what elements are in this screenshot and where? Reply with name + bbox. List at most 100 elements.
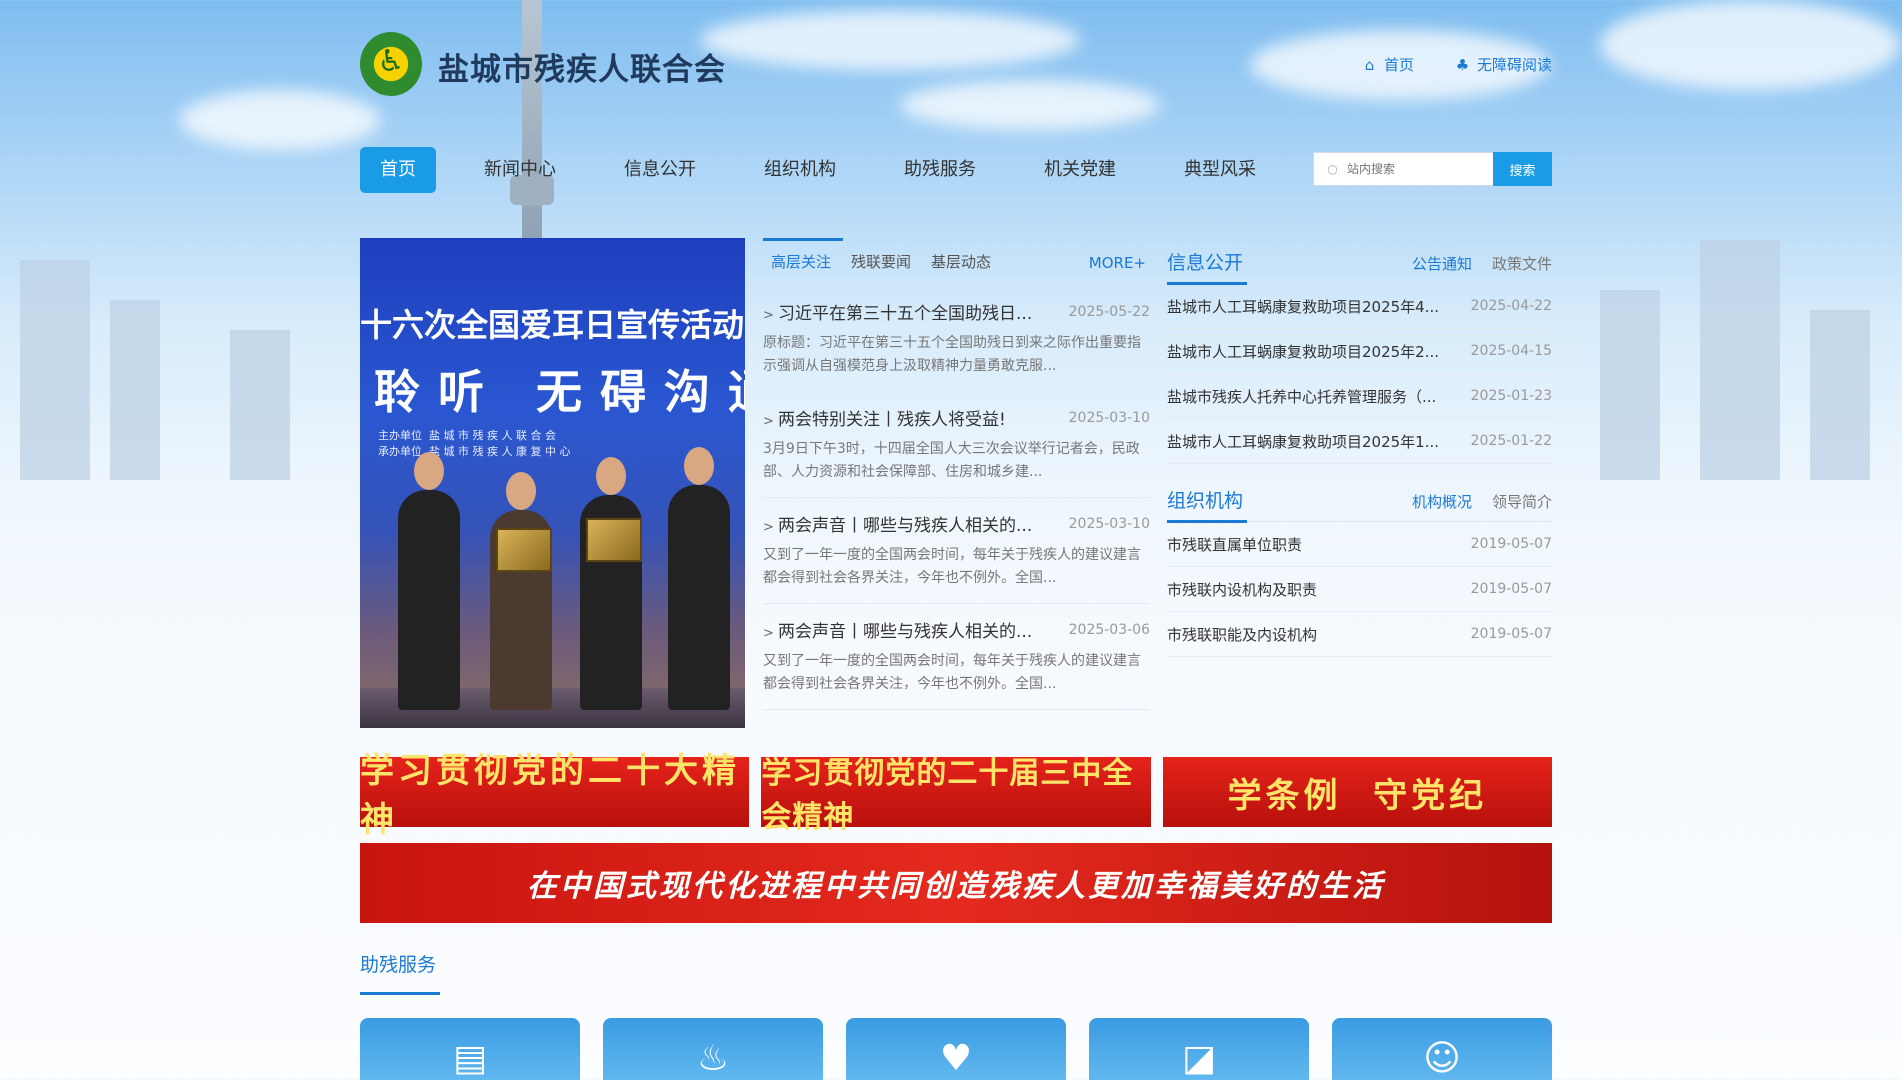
news-summary: 又到了一年一度的全国两会时间，每年关于残疾人的建议建言都会得到社会各界关注，今年… — [763, 653, 1141, 692]
slide-person — [668, 447, 730, 710]
slide-organizers: 主办单位 盐 城 市 残 疾 人 联 合 会 承办单位 盐 城 市 残 疾 人 … — [378, 429, 571, 458]
title-underline — [1167, 282, 1247, 285]
site-logo[interactable] — [360, 32, 422, 96]
news-title[interactable]: 两会声音丨哪些与残疾人相关的... — [763, 511, 1053, 536]
banner-wide[interactable]: 在中国式现代化进程中共同创造残疾人更加幸福美好的生活 — [360, 843, 1552, 923]
site-title[interactable]: 盐城市残疾人联合会 — [438, 44, 726, 89]
tab-org-overview[interactable]: 机构概况 — [1412, 491, 1472, 512]
banner-discipline[interactable]: 学条例 守党纪 — [1162, 757, 1552, 827]
search-input[interactable] — [1347, 162, 1487, 176]
side-panel: 信息公开 公告通知 政策文件 盐城市人工耳蜗康复救助项目2025年4... 202… — [1167, 238, 1552, 669]
home-link[interactable]: ⌂ 首页 — [1361, 54, 1414, 75]
accessibility-link[interactable]: ♣ 无障碍阅读 — [1454, 54, 1552, 75]
active-tab-indicator — [763, 238, 843, 241]
news-slideshow[interactable]: 十六次全国爱耳日宣传活动 聆听 无碍沟通 主办单位 盐 城 市 残 疾 人 联 … — [360, 238, 745, 728]
tab-federation-news[interactable]: 残联要闻 — [851, 251, 911, 272]
list-item-date: 2025-04-15 — [1470, 343, 1552, 359]
accessibility-link-label: 无障碍阅读 — [1476, 56, 1552, 74]
service-card[interactable]: ♥ — [846, 1018, 1066, 1080]
org-tabs: 机构概况 领导简介 — [1412, 491, 1552, 512]
news-item: 两会特别关注丨残疾人将受益! 2025-03-10 3月9日下午3时，十四届全国人… — [763, 392, 1150, 498]
presentation-icon: ◪ — [1181, 1038, 1216, 1079]
list-item-date: 2025-01-23 — [1470, 388, 1552, 404]
service-card[interactable]: ◪ — [1089, 1018, 1309, 1080]
nav-item-org[interactable]: 组织机构 — [744, 147, 856, 193]
search-box: ○ — [1313, 152, 1493, 186]
service-card[interactable]: ▤ — [360, 1018, 580, 1080]
services-row: ▤ ♨ ♥ ◪ ☺ — [360, 1018, 1552, 1080]
tab-grassroots[interactable]: 基层动态 — [931, 251, 991, 272]
info-tabs: 公告通知 政策文件 — [1412, 253, 1552, 274]
banner-twentieth-congress[interactable]: 学习贯彻党的二十大精神 — [360, 751, 750, 840]
nav-item-party[interactable]: 机关党建 — [1024, 147, 1136, 193]
list-item: 盐城市人工耳蜗康复救助项目2025年2... 2025-04-15 — [1167, 329, 1552, 374]
news-summary: 又到了一年一度的全国两会时间，每年关于残疾人的建议建言都会得到社会各界关注，今年… — [763, 547, 1141, 586]
slide-headline: 十六次全国爱耳日宣传活动 — [360, 306, 745, 344]
news-date: 2025-03-10 — [1068, 409, 1150, 426]
service-card[interactable]: ☺ — [1332, 1018, 1552, 1080]
nav-item-models[interactable]: 典型风采 — [1164, 147, 1276, 193]
org-title[interactable]: 组织机构 — [1167, 486, 1243, 513]
list-item-title[interactable]: 市残联内设机构及职责 — [1167, 579, 1457, 600]
list-item: 盐城市人工耳蜗康复救助项目2025年4... 2025-04-22 — [1167, 284, 1552, 329]
list-item-title[interactable]: 盐城市残疾人托养中心托养管理服务（... — [1167, 386, 1457, 407]
slide-plaque — [496, 528, 552, 572]
nav-item-service[interactable]: 助残服务 — [884, 147, 996, 193]
more-link[interactable]: MORE+ — [1089, 254, 1146, 272]
list-item-date: 2025-01-22 — [1470, 433, 1552, 449]
accessibility-icon: ♣ — [1455, 55, 1470, 74]
tab-notices[interactable]: 公告通知 — [1412, 253, 1472, 274]
list-item: 盐城市人工耳蜗康复救助项目2025年1... 2025-01-22 — [1167, 419, 1552, 464]
tab-high-level[interactable]: 高层关注 — [771, 251, 831, 272]
slide-person — [398, 452, 460, 710]
tab-policies[interactable]: 政策文件 — [1492, 253, 1552, 274]
news-item: 两会声音丨哪些与残疾人相关的... 2025-03-10 又到了一年一度的全国两会… — [763, 498, 1150, 604]
info-block: 信息公开 公告通知 政策文件 盐城市人工耳蜗康复救助项目2025年4... 202… — [1167, 238, 1552, 464]
massage-icon: ♨ — [696, 1038, 730, 1079]
list-item: 盐城市残疾人托养中心托养管理服务（... 2025-01-23 — [1167, 374, 1552, 419]
list-item-title[interactable]: 市残联职能及内设机构 — [1167, 624, 1457, 645]
search-icon: ○ — [1327, 162, 1338, 176]
home-link-label: 首页 — [1383, 56, 1414, 74]
list-item-title[interactable]: 盐城市人工耳蜗康复救助项目2025年1... — [1167, 431, 1457, 452]
list-item-date: 2019-05-07 — [1470, 626, 1552, 642]
id-card-icon: ▤ — [452, 1038, 487, 1079]
list-item-title[interactable]: 市残联直属单位职责 — [1167, 534, 1457, 555]
org-header: 组织机构 机构概况 领导简介 — [1167, 476, 1552, 523]
news-title[interactable]: 两会特别关注丨残疾人将受益! — [763, 405, 1053, 430]
news-summary: 3月9日下午3时，十四届全国人大三次会议举行记者会，民政部、人力资源和社会保障部… — [763, 441, 1140, 480]
list-item: 市残联内设机构及职责 2019-05-07 — [1167, 567, 1552, 612]
list-item: 市残联职能及内设机构 2019-05-07 — [1167, 612, 1552, 657]
slide-plaque — [586, 518, 642, 562]
list-item: 市残联直属单位职责 2019-05-07 — [1167, 522, 1552, 567]
banner-third-plenum[interactable]: 学习贯彻党的二十届三中全会精神 — [761, 756, 1151, 835]
service-card[interactable]: ♨ — [603, 1018, 823, 1080]
list-item-title[interactable]: 盐城市人工耳蜗康复救助项目2025年4... — [1167, 296, 1457, 317]
news-tabs: 高层关注 残联要闻 基层动态 MORE+ — [763, 238, 1150, 286]
site-search: ○ 搜索 — [1313, 152, 1552, 186]
services-title[interactable]: 助残服务 — [360, 954, 436, 976]
title-underline — [360, 992, 440, 995]
top-links: ⌂ 首页 ♣ 无障碍阅读 — [1361, 54, 1552, 75]
site-header: 盐城市残疾人联合会 ⌂ 首页 ♣ 无障碍阅读 — [360, 26, 1552, 106]
banner-row: 学习贯彻党的二十大精神 学习贯彻党的二十届三中全会精神 学条例 守党纪 — [360, 751, 1552, 840]
title-underline — [1167, 520, 1247, 523]
search-button[interactable]: 搜索 — [1493, 152, 1552, 186]
services-header: 助残服务 — [360, 950, 1552, 998]
nav-item-news[interactable]: 新闻中心 — [464, 147, 576, 193]
news-date: 2025-05-22 — [1068, 303, 1150, 320]
tab-leaders[interactable]: 领导简介 — [1492, 491, 1552, 512]
nav-item-home[interactable]: 首页 — [360, 147, 436, 193]
news-date: 2025-03-06 — [1068, 621, 1150, 638]
news-title[interactable]: 习近平在第三十五个全国助残日... — [763, 299, 1053, 324]
home-icon: ⌂ — [1364, 55, 1375, 74]
list-item-date: 2025-04-22 — [1470, 298, 1552, 314]
slide-slogan: 聆听 无碍沟通 — [374, 365, 745, 419]
list-item-title[interactable]: 盐城市人工耳蜗康复救助项目2025年2... — [1167, 341, 1457, 362]
person-icon: ☺ — [1423, 1038, 1461, 1079]
nav-item-info[interactable]: 信息公开 — [604, 147, 716, 193]
news-title[interactable]: 两会声音丨哪些与残疾人相关的... — [763, 617, 1053, 642]
list-item-date: 2019-05-07 — [1470, 581, 1552, 597]
main-content: 十六次全国爱耳日宣传活动 聆听 无碍沟通 主办单位 盐 城 市 残 疾 人 联 … — [360, 238, 1552, 728]
info-title[interactable]: 信息公开 — [1167, 248, 1243, 275]
